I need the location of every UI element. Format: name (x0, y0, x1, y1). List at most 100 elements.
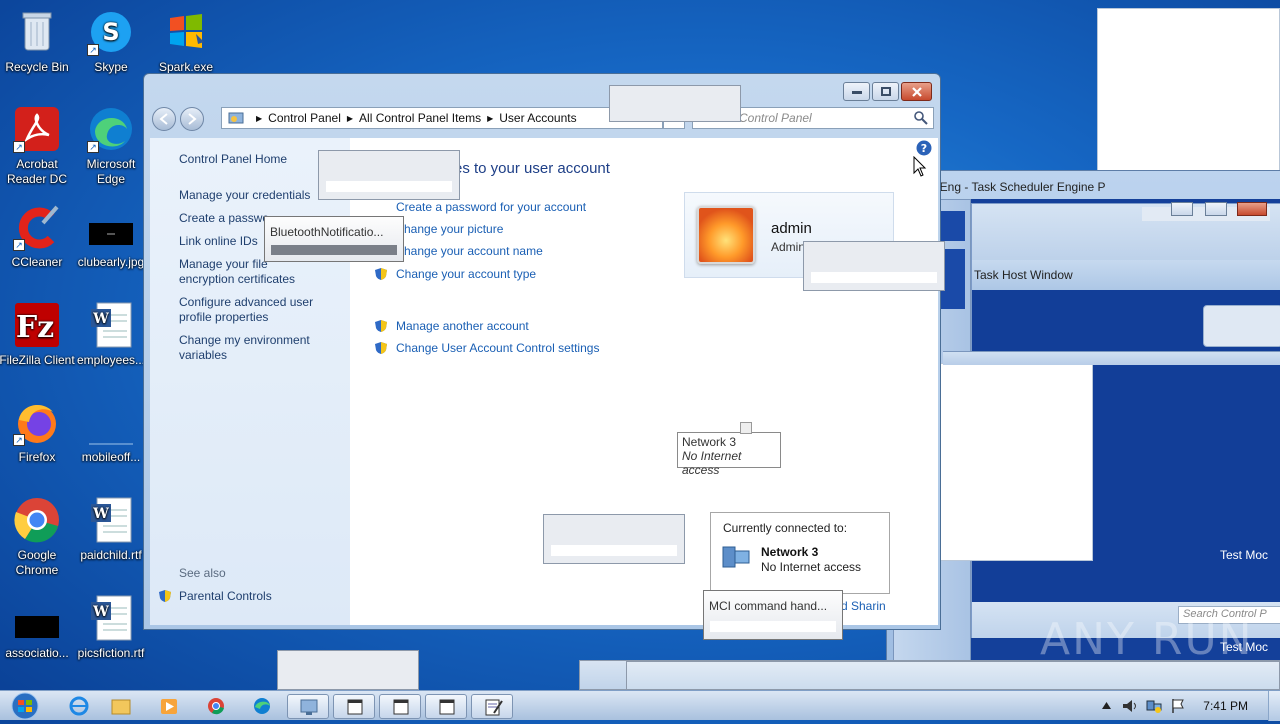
maximize-icon (881, 87, 891, 96)
taskbar-chrome[interactable] (195, 694, 237, 719)
taskbar-edge[interactable] (241, 694, 283, 719)
desktop-icon-label: Google Chrome (15, 548, 59, 577)
control-panel-icon (228, 112, 244, 124)
windows-start-icon (11, 692, 39, 720)
desktop-icon-acrobat[interactable]: ↗ Acrobat Reader DC (0, 105, 75, 187)
chrome-icon (13, 496, 61, 544)
edge-icon: ↗ (87, 105, 135, 153)
parental-controls-link[interactable]: Parental Controls (179, 589, 324, 604)
anyrun-watermark: ANY RUN (1040, 614, 1254, 665)
desktop-icon-mobileoff[interactable]: mobileoff... (73, 398, 149, 465)
forward-button[interactable] (180, 107, 204, 131)
desktop-icon-recycle-bin[interactable]: Recycle Bin (0, 8, 75, 75)
windows-flag-icon (162, 8, 210, 56)
back-button[interactable] (152, 107, 176, 131)
network-sharing-link[interactable]: d Sharin (841, 599, 886, 613)
folder-icon (111, 699, 131, 715)
shield-icon (159, 590, 171, 602)
svg-text:Fz: Fz (16, 310, 54, 345)
address-bar[interactable]: ▶ Control Panel ▶ All Control Panel Item… (221, 107, 663, 129)
close-button[interactable] (901, 82, 932, 101)
desktop-icon-employees[interactable]: W employees... (73, 301, 149, 368)
network-tooltip: Network 3 No Internet access (677, 432, 781, 477)
blank-window-right[interactable] (1203, 305, 1280, 347)
tray-expand-icon[interactable] (1102, 702, 1111, 709)
ghost-popup-4 (543, 514, 685, 564)
internet-explorer-icon (69, 696, 89, 716)
uac-settings-action[interactable]: Change User Account Control settings (396, 341, 599, 355)
taskbar-task-window-1[interactable] (333, 694, 375, 719)
svg-text:?: ? (921, 142, 927, 155)
minimize-button[interactable] (843, 82, 870, 101)
desktop-icon-firefox[interactable]: ↗ Firefox (0, 398, 75, 465)
filezilla-icon: Fz (13, 301, 61, 349)
desktop-icon-ccleaner[interactable]: ↗ CCleaner (0, 203, 75, 270)
minimize-button[interactable] (1171, 202, 1193, 216)
create-password-action[interactable]: Create a password for your account (396, 200, 586, 214)
bluetooth-popup-label: BluetoothNotificatio... (270, 225, 384, 239)
network-icon[interactable] (1146, 698, 1162, 714)
manage-another-account-action[interactable]: Manage another account (396, 319, 529, 333)
breadcrumb-user-accounts[interactable]: User Accounts (499, 111, 576, 125)
change-name-action[interactable]: hange your account name (404, 244, 543, 258)
ghost-popup-1 (609, 85, 741, 122)
desktop-icon-label: FileZilla Client (0, 353, 75, 367)
desktop-icon-spark[interactable]: Spark.exe (148, 8, 224, 75)
desktop-icon-clubearly[interactable]: clubearly.jpg (73, 203, 149, 270)
edge-icon (254, 698, 270, 714)
taskbar-control-panel[interactable] (287, 694, 329, 719)
taskbar-notepad[interactable] (471, 694, 513, 719)
breadcrumb-control-panel[interactable]: Control Panel (268, 111, 341, 125)
ghost-popup-5 (277, 650, 419, 690)
change-picture-action[interactable]: hange your picture (404, 222, 503, 236)
taskbar-ie[interactable] (58, 694, 100, 719)
desktop-icon-label: CCleaner (11, 255, 63, 269)
control-panel-window[interactable]: ▶ Control Panel ▶ All Control Panel Item… (143, 73, 941, 630)
maximize-button[interactable] (872, 82, 899, 101)
black-file-icon (13, 594, 61, 642)
help-icon[interactable]: ? (916, 140, 932, 156)
desktop-icon-label: clubearly.jpg (77, 255, 145, 269)
desktop-icon-skype[interactable]: S ↗ Skype (73, 8, 149, 75)
desktop-icon-filezilla[interactable]: Fz FileZilla Client (0, 301, 75, 368)
desktop-icon-chrome[interactable]: Google Chrome (0, 496, 75, 578)
desktop-icon-label: Acrobat Reader DC (6, 157, 68, 186)
manage-credentials-link[interactable]: Manage your credentials (179, 188, 324, 203)
taskbar-task-window-2[interactable] (379, 694, 421, 719)
search-icon[interactable] (914, 111, 928, 125)
tooltip-pointer (740, 422, 752, 434)
taskbar-clock[interactable]: 7:41 PM (1203, 699, 1248, 713)
desktop-icon-paidchild[interactable]: W paidchild.rtf (73, 496, 149, 563)
desktop-icon-associatio[interactable]: associatio... (0, 594, 75, 661)
acrobat-icon: ↗ (13, 105, 61, 153)
advanced-profile-link[interactable]: Configure advanced user profile properti… (179, 295, 324, 325)
avatar (697, 206, 755, 264)
svg-text:W: W (92, 506, 109, 522)
action-center-flag-icon[interactable] (1170, 698, 1186, 714)
control-panel-icon (300, 699, 318, 715)
network-icon (722, 546, 750, 568)
svg-text:W: W (92, 311, 109, 327)
desktop-icon-picsfiction[interactable]: W picsfiction.rtf (73, 594, 149, 661)
desktop-icon-label: Skype (94, 60, 128, 74)
mci-popup-label: MCI command hand... (709, 599, 828, 613)
control-panel-home-link[interactable]: Control Panel Home (179, 152, 324, 167)
start-button[interactable] (6, 691, 46, 721)
taskbar-explorer[interactable] (100, 694, 142, 719)
desktop-icon-label: employees... (76, 353, 146, 367)
taskbar-task-window-3[interactable] (425, 694, 467, 719)
maximize-button[interactable] (1205, 202, 1227, 216)
volume-icon[interactable] (1122, 698, 1138, 714)
word-document-icon: W (87, 496, 135, 544)
taskeng-window[interactable]: TaskEng - Task Scheduler Engine P Task H… (886, 170, 1280, 670)
close-button[interactable] (1237, 202, 1267, 216)
taskbar-media-player[interactable] (148, 694, 190, 719)
connected-panel[interactable]: Currently connected to: Network 3 No Int… (710, 512, 890, 594)
environment-variables-link[interactable]: Change my environment variables (179, 333, 324, 363)
desktop-icon-label: associatio... (5, 646, 69, 660)
desktop-icon-label: Microsoft Edge (86, 157, 136, 186)
change-account-type-action[interactable]: Change your account type (396, 267, 536, 281)
desktop-icon-edge[interactable]: ↗ Microsoft Edge (73, 105, 149, 187)
breadcrumb-all-items[interactable]: All Control Panel Items (359, 111, 481, 125)
show-desktop-button[interactable] (1268, 691, 1280, 721)
